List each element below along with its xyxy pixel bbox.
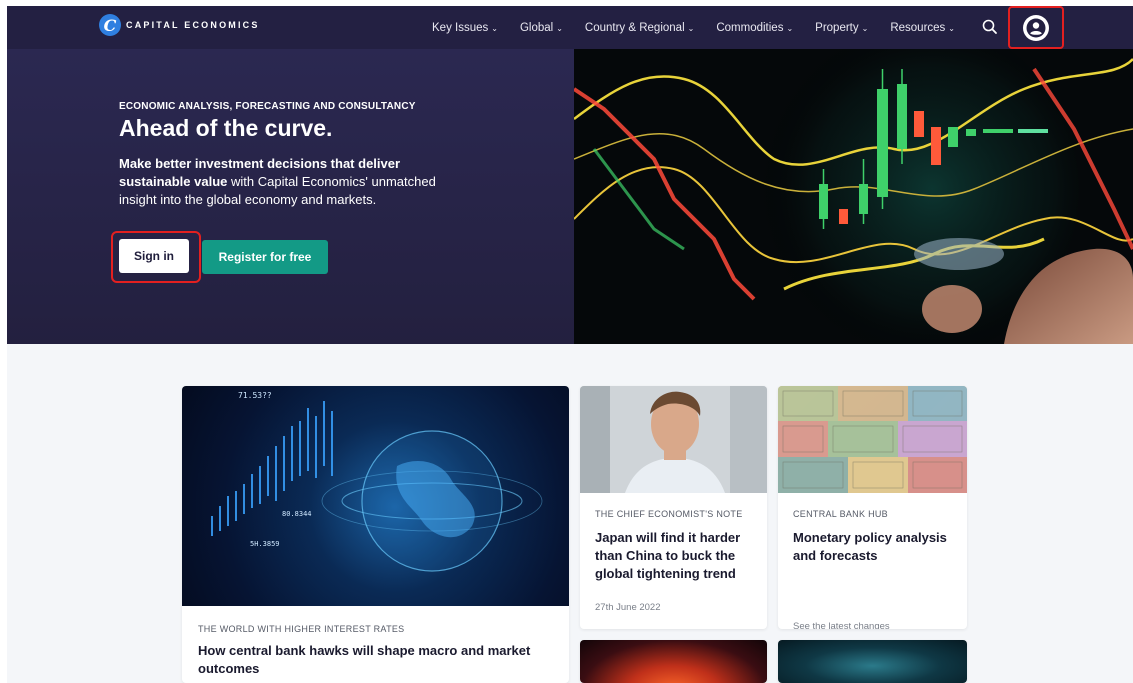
sign-in-button[interactable]: Sign in [119, 239, 189, 273]
candlestick-chart-image [574, 49, 1133, 344]
nav-item-country-regional[interactable]: Country & Regional ⌄ [585, 22, 694, 34]
economist-portrait-image [580, 386, 767, 493]
currency-notes-image [778, 386, 967, 493]
chevron-down-icon: ⌄ [861, 24, 869, 33]
economist-note-card[interactable]: THE CHIEF ECONOMIST'S NOTE Japan will fi… [580, 386, 767, 629]
account-highlight [1008, 6, 1064, 49]
central-bank-card-title: Monetary policy analysis and forecasts [793, 530, 947, 563]
nav-item-label: Global [519, 21, 554, 34]
nav-item-global[interactable]: Global ⌄ [520, 22, 563, 34]
globe-chart-graphic: 71.53?? 80.8344 5H.3859 [211, 391, 543, 572]
page: C CAPITAL ECONOMICS Key Issues ⌄ Global … [0, 0, 1133, 683]
register-button[interactable]: Register for free [202, 240, 328, 274]
logo-mark-icon: C [99, 14, 121, 36]
nav-item-resources[interactable]: Resources ⌄ [890, 22, 955, 34]
central-bank-card-meta: See the latest changes [793, 621, 890, 629]
featured-content-area: 71.53?? 80.8344 5H.3859 THE WORLD WITH H… [7, 344, 1133, 683]
user-account-icon [1024, 15, 1048, 40]
top-navbar: C CAPITAL ECONOMICS Key Issues ⌄ Global … [7, 6, 1133, 49]
search-icon [982, 19, 997, 34]
nav-item-label: Country & Regional [584, 21, 685, 34]
central-bank-card[interactable]: CENTRAL BANK HUB Monetary policy analysi… [778, 386, 967, 629]
hero-text-panel: ECONOMIC ANALYSIS, FORECASTING AND CONSU… [7, 49, 574, 344]
main-nav-menu: Key Issues ⌄ Global ⌄ Country & Regional… [432, 6, 977, 49]
nav-item-label: Property [815, 21, 859, 34]
feature-card-title: How central bank hawks will shape macro … [198, 643, 531, 676]
hero-description: Make better investment decisions that de… [119, 155, 439, 209]
economist-card-title: Japan will find it harder than China to … [595, 530, 741, 581]
economist-card-tag: THE CHIEF ECONOMIST'S NOTE [595, 509, 743, 519]
feature-card-tag: THE WORLD WITH HIGHER INTEREST RATES [198, 624, 405, 634]
chevron-down-icon: ⌄ [491, 24, 498, 33]
economist-card-date: 27th June 2022 [595, 602, 661, 613]
chevron-down-icon: ⌄ [948, 24, 955, 33]
chevron-down-icon: ⌄ [687, 24, 695, 33]
hero-market-chart-image [574, 49, 1133, 344]
chevron-down-icon: ⌄ [786, 24, 794, 33]
nav-item-label: Key Issues [432, 21, 489, 34]
hero-banner: ECONOMIC ANALYSIS, FORECASTING AND CONSU… [7, 49, 1133, 344]
globe-data-image: 71.53?? 80.8344 5H.3859 [182, 386, 569, 606]
nav-item-key-issues[interactable]: Key Issues ⌄ [432, 22, 498, 34]
chart-label-3: 5H.3859 [250, 540, 280, 548]
article-card-data-map[interactable] [778, 640, 967, 683]
hero-eyebrow: ECONOMIC ANALYSIS, FORECASTING AND CONSU… [119, 101, 416, 112]
data-map-image [778, 640, 967, 683]
nav-item-property[interactable]: Property ⌄ [815, 22, 868, 34]
feature-article-card[interactable]: 71.53?? 80.8344 5H.3859 THE WORLD WITH H… [182, 386, 569, 683]
nav-item-label: Commodities [716, 21, 784, 34]
chart-label-1: 71.53?? [238, 391, 272, 400]
central-bank-card-tag: CENTRAL BANK HUB [793, 509, 888, 519]
portrait-graphic [580, 386, 767, 493]
brand-name: CAPITAL ECONOMICS [126, 20, 260, 30]
brand-logo[interactable]: C CAPITAL ECONOMICS [99, 14, 260, 36]
search-button[interactable] [980, 17, 1000, 37]
hero-title: Ahead of the curve. [119, 115, 333, 141]
article-card-fire-globe[interactable] [580, 640, 767, 683]
chevron-down-icon: ⌄ [556, 24, 563, 33]
nav-item-commodities[interactable]: Commodities ⌄ [716, 22, 793, 34]
signin-highlight: Sign in [111, 231, 201, 283]
chart-label-2: 80.8344 [282, 510, 312, 518]
fire-globe-image [580, 640, 767, 683]
banknotes-graphic [778, 386, 967, 493]
account-button[interactable] [1023, 14, 1049, 41]
nav-item-label: Resources [890, 21, 946, 34]
